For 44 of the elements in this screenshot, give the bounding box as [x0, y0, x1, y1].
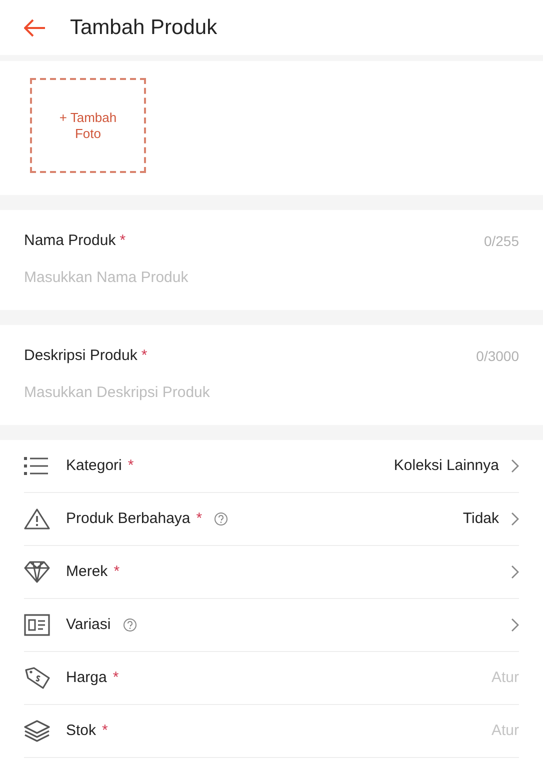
list-icon: [24, 456, 50, 476]
card-icon: [24, 614, 50, 636]
price-tag-icon: [24, 667, 50, 689]
required-asterisk: *: [128, 456, 134, 476]
field-label: Deskripsi Produk: [24, 347, 138, 364]
page-title: Tambah Produk: [70, 14, 218, 41]
text-input-field[interactable]: Masukkan Nama Produk: [24, 266, 519, 289]
required-asterisk: *: [114, 562, 120, 582]
settings-row[interactable]: Stok * Atur: [24, 705, 519, 758]
required-asterisk: *: [120, 232, 126, 249]
required-asterisk: *: [102, 720, 108, 741]
character-counter: 0/255: [484, 232, 519, 251]
row-label: Merek: [66, 562, 108, 582]
required-asterisk: *: [112, 668, 119, 688]
help-icon[interactable]: [214, 512, 228, 526]
layers-icon: [24, 720, 50, 742]
chevron-right-icon: [511, 512, 519, 526]
row-value: Atur: [491, 720, 519, 741]
settings-row[interactable]: Kategori * Koleksi Lainnya: [24, 440, 519, 493]
row-label: Produk Berbahaya: [66, 508, 190, 529]
back-arrow-icon[interactable]: [24, 18, 46, 36]
character-counter: 0/3000: [476, 346, 519, 366]
required-asterisk: *: [141, 347, 148, 364]
row-label: Harga: [66, 668, 107, 688]
text-input-field[interactable]: Masukkan Deskripsi Produk: [24, 382, 519, 404]
settings-row[interactable]: Harga * Atur: [24, 652, 519, 705]
required-asterisk: *: [196, 508, 202, 529]
row-value: Koleksi Lainnya: [394, 456, 499, 476]
row-value: Atur: [491, 668, 519, 688]
help-icon[interactable]: [122, 618, 137, 632]
row-value: Tidak: [462, 508, 499, 529]
field-label: Nama Produk: [24, 232, 116, 249]
chevron-right-icon: [511, 459, 519, 473]
chevron-right-icon: [511, 618, 519, 632]
warning-icon: [24, 508, 50, 530]
diamond-icon: [24, 561, 50, 583]
row-label: Kategori: [66, 456, 122, 476]
row-label: Variasi: [66, 614, 111, 635]
settings-row[interactable]: Variasi: [24, 599, 519, 652]
settings-row[interactable]: Merek *: [24, 546, 519, 599]
row-label: Stok: [66, 720, 96, 741]
settings-row[interactable]: Produk Berbahaya * Tidak: [24, 493, 519, 546]
add-photo-button[interactable]: + Tambah Foto: [30, 78, 146, 173]
chevron-right-icon: [511, 565, 519, 579]
